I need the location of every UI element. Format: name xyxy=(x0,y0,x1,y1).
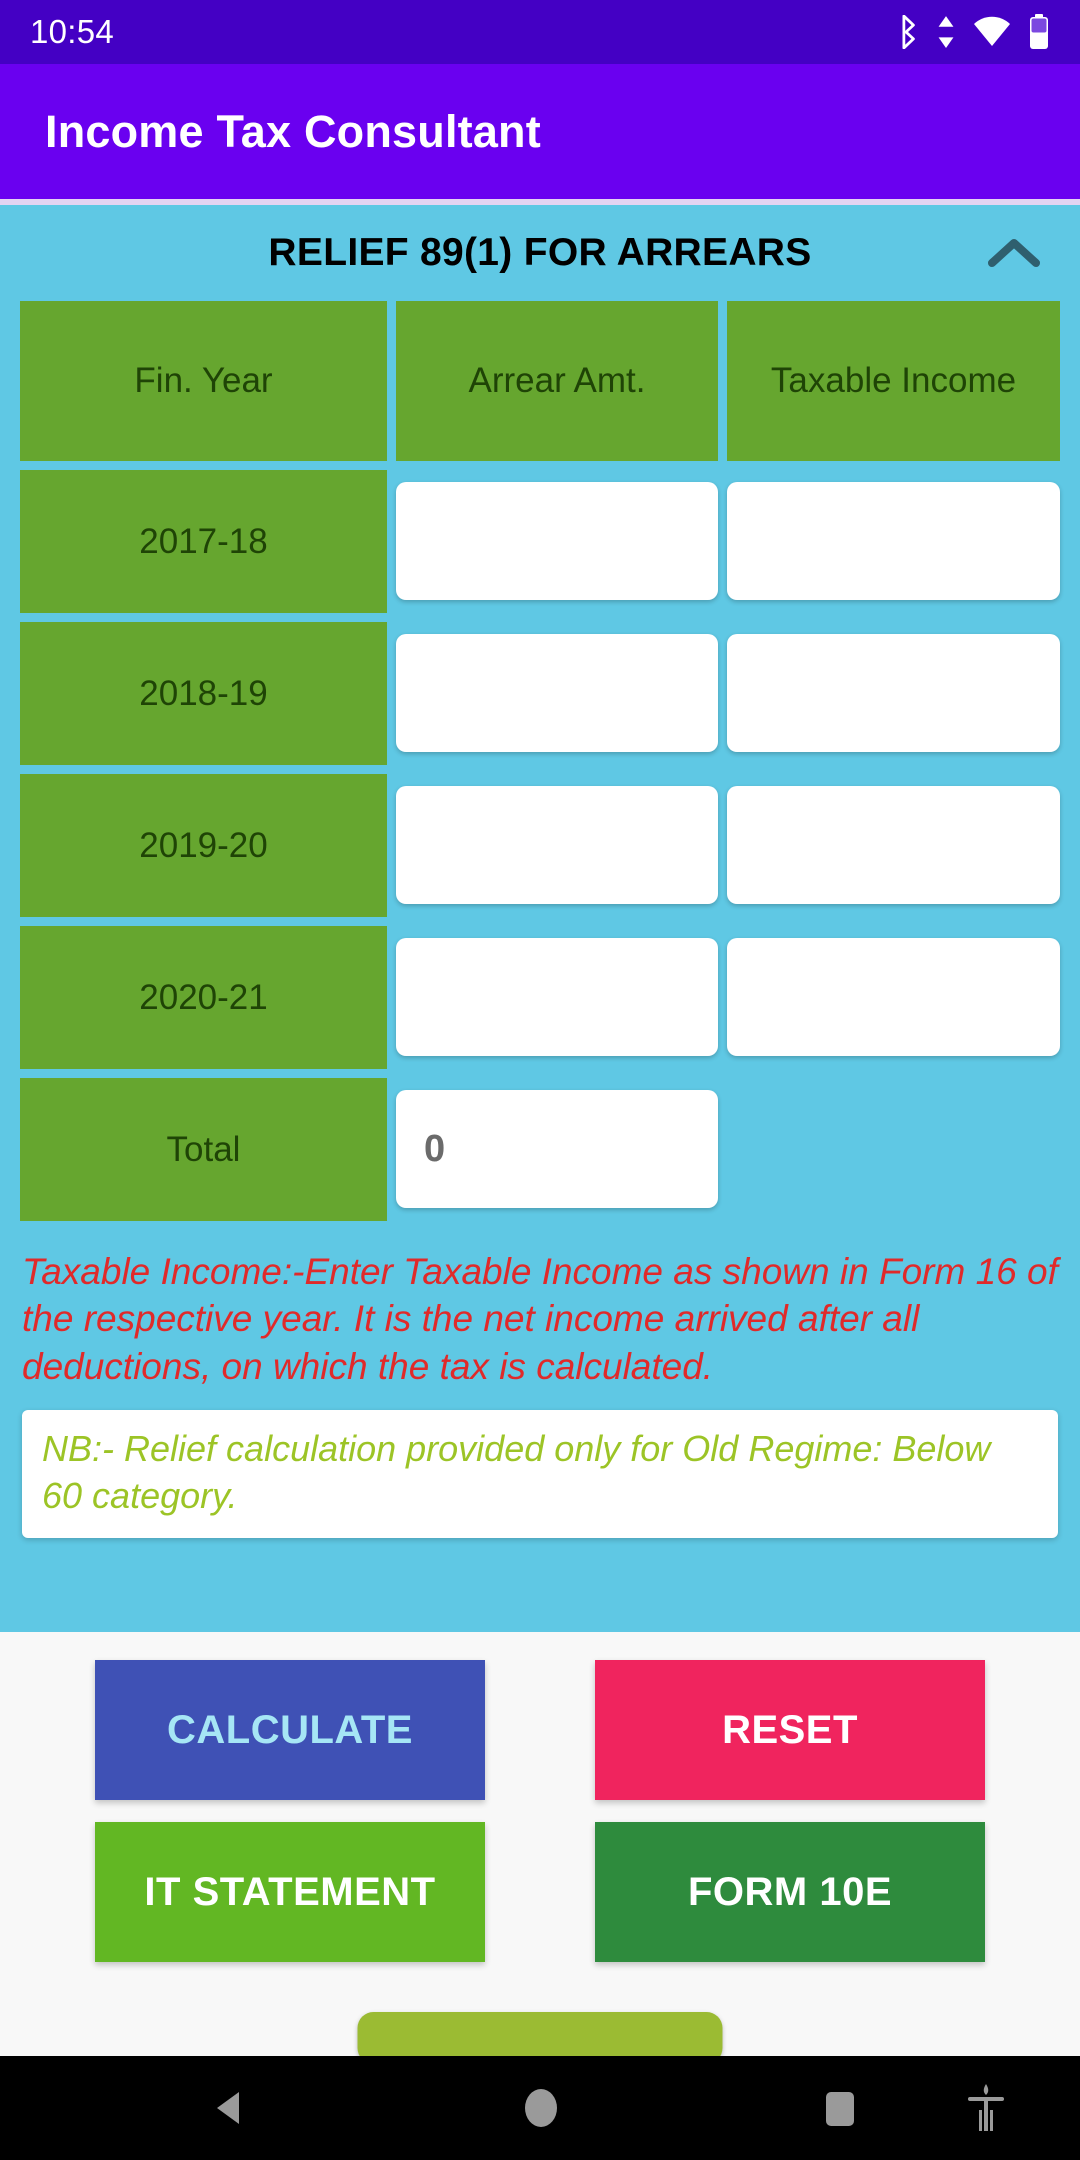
action-button-area: CALCULATE RESET IT STATEMENT FORM 10E xyxy=(0,1632,1080,2032)
nb-note-card: NB:- Relief calculation provided only fo… xyxy=(22,1410,1058,1538)
taxable-income-note: Taxable Income:-Enter Taxable Income as … xyxy=(22,1251,1058,1387)
arrear-cell xyxy=(396,622,718,765)
year-label: 2018-19 xyxy=(20,622,387,765)
arrear-input[interactable] xyxy=(396,634,718,752)
bluetooth-icon xyxy=(893,15,919,49)
section-title: RELIEF 89(1) FOR ARREARS xyxy=(268,231,812,274)
table-header-cell-arrear: Arrear Amt. xyxy=(396,301,718,461)
data-transfer-icon xyxy=(936,15,956,49)
reset-button[interactable]: RESET xyxy=(595,1660,985,1800)
page-title: Income Tax Consultant xyxy=(45,105,541,157)
table-row: 2018-19 xyxy=(20,622,1060,765)
app-bar: Income Tax Consultant xyxy=(0,64,1080,199)
battery-icon xyxy=(1028,14,1050,50)
year-cell: 2020-21 xyxy=(20,926,387,1069)
recents-icon[interactable] xyxy=(818,2082,862,2134)
arrears-table: Fin. Year Arrear Amt. Taxable Income 201… xyxy=(0,301,1080,1221)
table-row: 2020-21 xyxy=(20,926,1060,1069)
total-arrear-cell: 0 xyxy=(396,1078,718,1221)
table-header-cell-taxable: Taxable Income xyxy=(727,301,1060,461)
taxable-input[interactable] xyxy=(727,938,1060,1056)
form-10e-button[interactable]: FORM 10E xyxy=(595,1822,985,1962)
relief-panel: RELIEF 89(1) FOR ARREARS Fin. Year Arrea… xyxy=(0,205,1080,1632)
table-row: 2017-18 xyxy=(20,470,1060,613)
year-cell: 2018-19 xyxy=(20,622,387,765)
year-cell: 2017-18 xyxy=(20,470,387,613)
chevron-up-icon[interactable] xyxy=(986,225,1042,281)
year-label: 2017-18 xyxy=(20,470,387,613)
taxable-input[interactable] xyxy=(727,634,1060,752)
status-bar: 10:54 xyxy=(0,0,1080,64)
section-header[interactable]: RELIEF 89(1) FOR ARREARS xyxy=(0,205,1080,301)
total-empty-cell xyxy=(727,1078,1060,1221)
taxable-cell xyxy=(727,622,1060,765)
app-screen: 10:54 Income Tax Consultant RELIEF 89(1)… xyxy=(0,0,1080,2160)
it-statement-button[interactable]: IT STATEMENT xyxy=(95,1822,485,1962)
arrear-input[interactable] xyxy=(396,482,718,600)
column-header-label: Taxable Income xyxy=(727,301,1060,461)
taxable-input[interactable] xyxy=(727,482,1060,600)
year-cell: 2019-20 xyxy=(20,774,387,917)
status-time: 10:54 xyxy=(30,13,115,50)
back-icon[interactable] xyxy=(205,2082,257,2134)
arrear-cell xyxy=(396,470,718,613)
taxable-cell xyxy=(727,926,1060,1069)
button-row-primary: CALCULATE RESET xyxy=(0,1632,1080,1800)
arrear-input[interactable] xyxy=(396,786,718,904)
calculate-button[interactable]: CALCULATE xyxy=(95,1660,485,1800)
year-label: 2020-21 xyxy=(20,926,387,1069)
table-header-cell-year: Fin. Year xyxy=(20,301,387,461)
column-header-label: Arrear Amt. xyxy=(396,301,718,461)
column-header-label: Fin. Year xyxy=(20,301,387,461)
button-row-secondary: IT STATEMENT FORM 10E xyxy=(0,1800,1080,1962)
arrear-cell xyxy=(396,774,718,917)
status-icon-group xyxy=(893,14,1050,50)
taxable-cell xyxy=(727,774,1060,917)
total-label: Total xyxy=(20,1078,387,1221)
table-header-row: Fin. Year Arrear Amt. Taxable Income xyxy=(20,301,1060,461)
year-label: 2019-20 xyxy=(20,774,387,917)
table-row: 2019-20 xyxy=(20,774,1060,917)
wifi-icon xyxy=(973,16,1011,48)
empty-placeholder xyxy=(727,1078,1060,1221)
taxable-input[interactable] xyxy=(727,786,1060,904)
arrear-cell xyxy=(396,926,718,1069)
accessibility-icon[interactable] xyxy=(960,2080,1012,2136)
arrear-input[interactable] xyxy=(396,938,718,1056)
total-label-cell: Total xyxy=(20,1078,387,1221)
home-icon[interactable] xyxy=(515,2082,567,2134)
system-navigation-bar xyxy=(0,2056,1080,2160)
nb-note-text: NB:- Relief calculation provided only fo… xyxy=(42,1428,991,1516)
table-total-row: Total 0 xyxy=(20,1078,1060,1221)
total-arrear-value: 0 xyxy=(396,1090,718,1208)
taxable-cell xyxy=(727,470,1060,613)
